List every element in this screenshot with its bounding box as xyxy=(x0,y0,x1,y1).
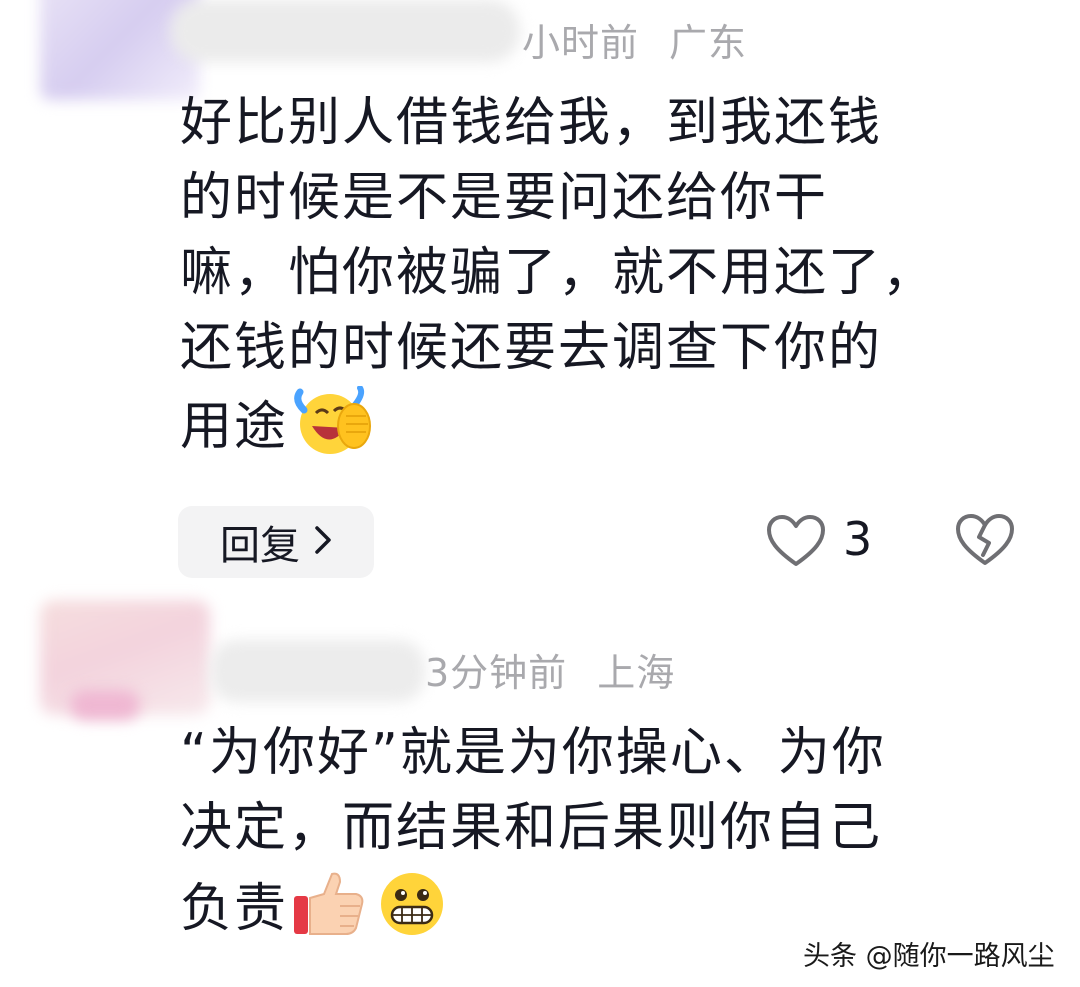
comment-line: 好比别人借钱给我，到我还钱 xyxy=(180,93,883,153)
comment-line: 负责 xyxy=(180,879,289,939)
grinning-emoji-icon xyxy=(372,866,452,959)
reply-label: 回复 xyxy=(220,523,300,569)
reply-button[interactable]: 回复 xyxy=(178,506,374,578)
comment-line-last: 负责 xyxy=(180,866,886,941)
comment-line-last: 用途 xyxy=(180,385,936,461)
comment-line: 的时候是不是要问还给你干 xyxy=(180,168,829,228)
comment-text: “为你好”就是为你操心、为你 决定，而结果和后果则你自己 负责 xyxy=(180,716,886,941)
heart-outline-icon[interactable] xyxy=(766,514,826,572)
watermark: 头条 @随你一路风尘 xyxy=(803,941,1055,972)
chevron-right-icon xyxy=(314,519,332,565)
comment-meta: 3分钟前 上海 xyxy=(425,642,675,697)
comment-time: 小时前 xyxy=(522,21,640,65)
comment-line: 还钱的时候还要去调查下你的 xyxy=(180,318,883,378)
comment-line: 用途 xyxy=(180,397,289,457)
like-count: 3 xyxy=(843,512,873,566)
username-blurred[interactable] xyxy=(170,0,520,62)
comment-location: 广东 xyxy=(669,21,748,65)
laughing-tears-emoji-icon xyxy=(290,385,374,477)
comment-line: 嘛，怕你被骗了，就不用还了， xyxy=(180,243,937,303)
comment-line: “为你好”就是为你操心、为你 xyxy=(180,723,886,783)
avatar-fragment xyxy=(70,690,140,720)
comment-line: 决定，而结果和后果则你自己 xyxy=(180,798,883,858)
comment-location: 上海 xyxy=(597,651,676,695)
comment-text: 好比别人借钱给我，到我还钱 的时候是不是要问还给你干 嘛，怕你被骗了，就不用还了… xyxy=(180,86,936,461)
username-blurred[interactable] xyxy=(210,640,425,702)
broken-heart-icon[interactable] xyxy=(955,513,1015,571)
thumbs-up-emoji-icon xyxy=(290,868,370,959)
comment-time: 3分钟前 xyxy=(425,651,568,695)
comment-meta: 小时前 广东 xyxy=(522,12,747,67)
